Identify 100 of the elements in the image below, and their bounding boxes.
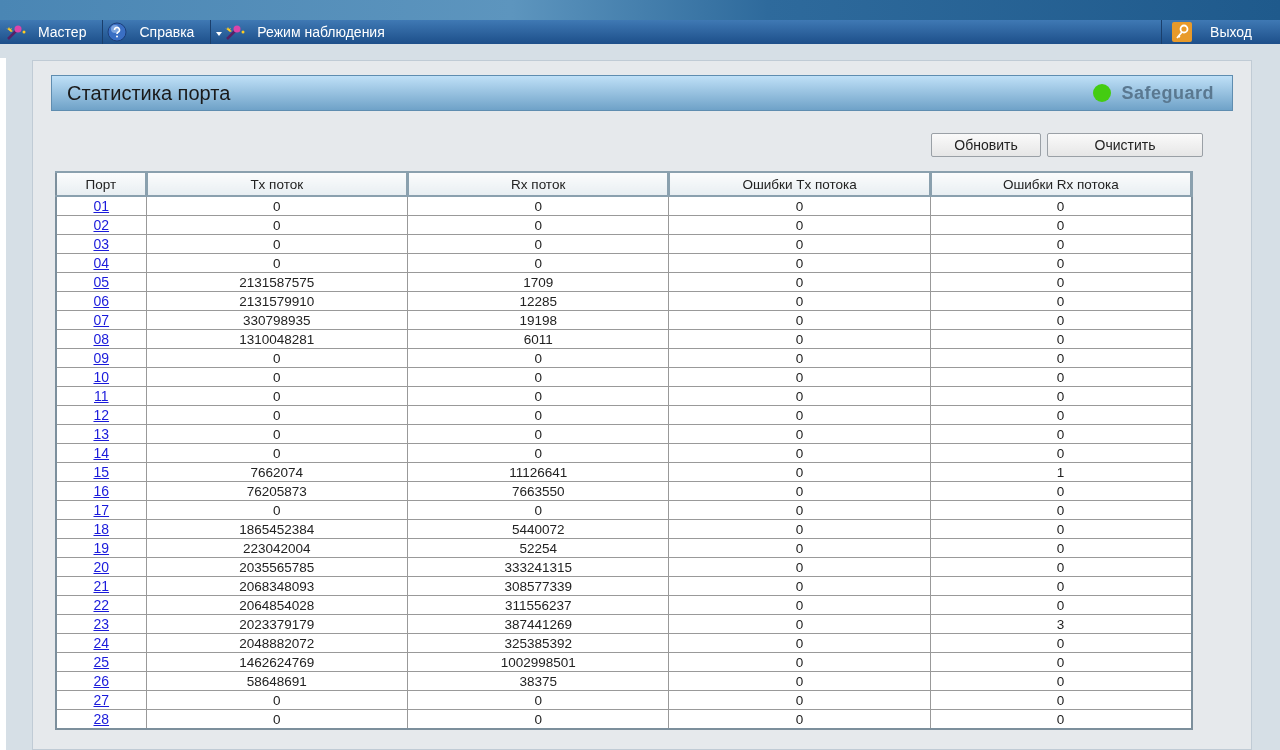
port-link[interactable]: 17 — [93, 501, 110, 518]
port-link[interactable]: 06 — [93, 292, 110, 309]
port-link[interactable]: 19 — [93, 539, 110, 556]
port-link[interactable]: 08 — [93, 330, 110, 347]
table-cell: 2023379179 — [146, 614, 408, 634]
port-link[interactable]: 14 — [93, 444, 110, 461]
menu-item[interactable]: Мастер — [0, 20, 103, 44]
column-header: Tx поток — [146, 172, 408, 196]
port-link[interactable]: 20 — [93, 558, 110, 575]
table-cell: 333241315 — [407, 557, 669, 577]
table-cell: 0 — [146, 367, 408, 387]
table-cell: 5440072 — [407, 519, 669, 539]
table-cell: 0 — [407, 443, 669, 463]
table-cell: 0 — [668, 215, 931, 235]
table-cell: 325385392 — [407, 633, 669, 653]
table-cell: 0 — [668, 652, 931, 672]
table-cell: 0 — [668, 595, 931, 615]
port-link[interactable]: 11 — [94, 387, 109, 404]
port-link[interactable]: 01 — [93, 197, 110, 214]
table-cell: 0 — [407, 253, 669, 273]
table-cell: 0 — [668, 272, 931, 292]
table-cell: 2035565785 — [146, 557, 408, 577]
table-cell: 0 — [146, 443, 408, 463]
table-cell: 58648691 — [146, 671, 408, 691]
port-link[interactable]: 28 — [93, 710, 110, 727]
clear-button[interactable]: Очистить — [1047, 133, 1203, 157]
table-cell: 0 — [668, 633, 931, 653]
table-cell: 0 — [668, 291, 931, 311]
table-cell: 0 — [146, 690, 408, 710]
port-link[interactable]: 24 — [93, 634, 110, 651]
table-cell: 0 — [668, 538, 931, 558]
table-cell: 2131587575 — [146, 272, 408, 292]
table-cell: 0 — [668, 500, 931, 520]
table-cell: 0 — [407, 196, 669, 216]
table-cell: 0 — [668, 462, 931, 482]
port-link[interactable]: 22 — [93, 596, 110, 613]
port-link[interactable]: 16 — [93, 482, 110, 499]
table-cell: 0 — [146, 253, 408, 273]
table-cell: 2068348093 — [146, 576, 408, 596]
table-cell: 0 — [668, 348, 931, 368]
table-cell: 0 — [668, 481, 931, 501]
port-link[interactable]: 10 — [93, 368, 110, 385]
table-cell: 0 — [146, 215, 408, 235]
port-link[interactable]: 25 — [93, 653, 110, 670]
table-cell: 7662074 — [146, 462, 408, 482]
table-cell: 0 — [146, 348, 408, 368]
table-cell: 0 — [668, 576, 931, 596]
port-link[interactable]: 13 — [93, 425, 110, 442]
table-cell: 0 — [146, 234, 408, 254]
table-cell: 0 — [407, 405, 669, 425]
safeguard-label: Safeguard — [1121, 82, 1214, 104]
table-cell: 2048882072 — [146, 633, 408, 653]
table-cell: 0 — [668, 253, 931, 273]
table-cell: 0 — [668, 671, 931, 691]
port-link[interactable]: 26 — [93, 672, 110, 689]
table-cell: 1709 — [407, 272, 669, 292]
table-cell: 0 — [407, 348, 669, 368]
table-cell: 19198 — [407, 310, 669, 330]
table-cell: 0 — [668, 443, 931, 463]
port-link[interactable]: 21 — [93, 577, 110, 594]
table-cell: 7663550 — [407, 481, 669, 501]
refresh-button[interactable]: Обновить — [931, 133, 1041, 157]
table-cell: 387441269 — [407, 614, 669, 634]
table-cell: 0 — [668, 386, 931, 406]
key-icon — [1172, 22, 1193, 42]
panel-title: Статистика порта — [67, 81, 231, 105]
port-link[interactable]: 09 — [93, 349, 110, 366]
port-link[interactable]: 23 — [93, 615, 110, 632]
table-cell: 6011 — [407, 329, 669, 349]
table-cell: 52254 — [407, 538, 669, 558]
table-cell: 311556237 — [407, 595, 669, 615]
table-cell: 2131579910 — [146, 291, 408, 311]
table-cell: 0 — [407, 386, 669, 406]
port-link[interactable]: 02 — [93, 216, 110, 233]
table-cell: 12285 — [407, 291, 669, 311]
table-cell: 0 — [146, 500, 408, 520]
table-cell: 0 — [668, 234, 931, 254]
port-link[interactable]: 03 — [93, 235, 110, 252]
port-link[interactable]: 12 — [93, 406, 110, 423]
table-cell: 2064854028 — [146, 595, 408, 615]
table-cell: 0 — [407, 424, 669, 444]
table-cell: 0 — [407, 690, 669, 710]
table-cell: 1310048281 — [146, 329, 408, 349]
port-link[interactable]: 07 — [93, 311, 110, 328]
table-cell: 1002998501 — [407, 652, 669, 672]
help-icon — [107, 22, 128, 42]
table-cell: 1462624769 — [146, 652, 408, 672]
column-header: Ошибки Tx потока — [668, 172, 931, 196]
table-cell: 0 — [668, 690, 931, 710]
table-cell: 38375 — [407, 671, 669, 691]
port-link[interactable]: 04 — [93, 254, 110, 271]
table-cell: 0 — [668, 310, 931, 330]
table-cell: 0 — [668, 557, 931, 577]
table-cell: 0 — [407, 215, 669, 235]
port-link[interactable]: 15 — [93, 463, 110, 480]
table-cell: 0 — [668, 519, 931, 539]
column-header: Rx поток — [407, 172, 669, 196]
port-link[interactable]: 18 — [93, 520, 110, 537]
port-link[interactable]: 27 — [93, 691, 110, 708]
port-link[interactable]: 05 — [93, 273, 110, 290]
